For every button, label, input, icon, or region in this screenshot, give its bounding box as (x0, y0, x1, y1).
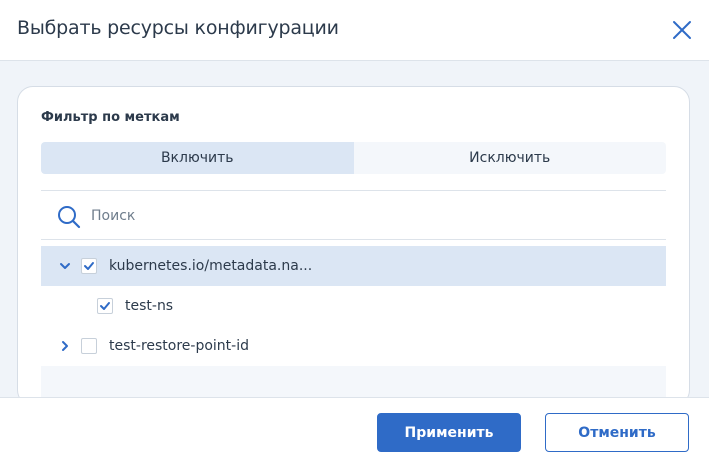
select-config-resources-dialog: Выбрать ресурсы конфигурации Фильтр по м… (0, 0, 709, 463)
dialog-body: Фильтр по меткам Включить Исключить Поис… (0, 61, 709, 406)
tab-include[interactable]: Включить (41, 142, 354, 174)
tree-row-checkbox[interactable] (97, 298, 113, 314)
dialog-title: Выбрать ресурсы конфигурации (17, 17, 339, 39)
tree-row-label: kubernetes.io/metadata.na... (109, 258, 313, 274)
search-bar (41, 190, 666, 240)
tree-row-label: test-restore-point-id (109, 338, 249, 354)
search-input[interactable] (91, 201, 651, 231)
chevron-right-icon[interactable] (58, 339, 72, 353)
checkmark-icon (100, 302, 110, 310)
search-icon (58, 206, 81, 229)
filter-title: Фильтр по меткам (41, 110, 180, 125)
dialog-header: Выбрать ресурсы конфигурации (0, 0, 709, 61)
close-button[interactable] (668, 16, 696, 44)
label-tree: kubernetes.io/metadata.na... test-ns tes… (41, 246, 666, 405)
tree-row-checkbox[interactable] (81, 338, 97, 354)
tree-row-test-restore-point-id[interactable]: test-restore-point-id (41, 326, 666, 366)
tree-row-checkbox[interactable] (81, 258, 97, 274)
tree-row-metadata-name[interactable]: kubernetes.io/metadata.na... (41, 246, 666, 286)
include-exclude-toggle: Включить Исключить (41, 142, 666, 174)
cancel-button[interactable]: Отменить (545, 413, 689, 452)
tree-row-label: test-ns (125, 298, 174, 314)
label-filter-card: Фильтр по меткам Включить Исключить Поис… (17, 86, 690, 406)
tab-exclude[interactable]: Исключить (353, 142, 666, 174)
tree-row-test-ns[interactable]: test-ns (41, 286, 666, 326)
dialog-footer: Применить Отменить (0, 397, 709, 463)
close-icon (673, 21, 691, 39)
chevron-down-icon[interactable] (58, 259, 72, 273)
checkmark-icon (84, 262, 94, 270)
apply-button[interactable]: Применить (377, 413, 521, 452)
